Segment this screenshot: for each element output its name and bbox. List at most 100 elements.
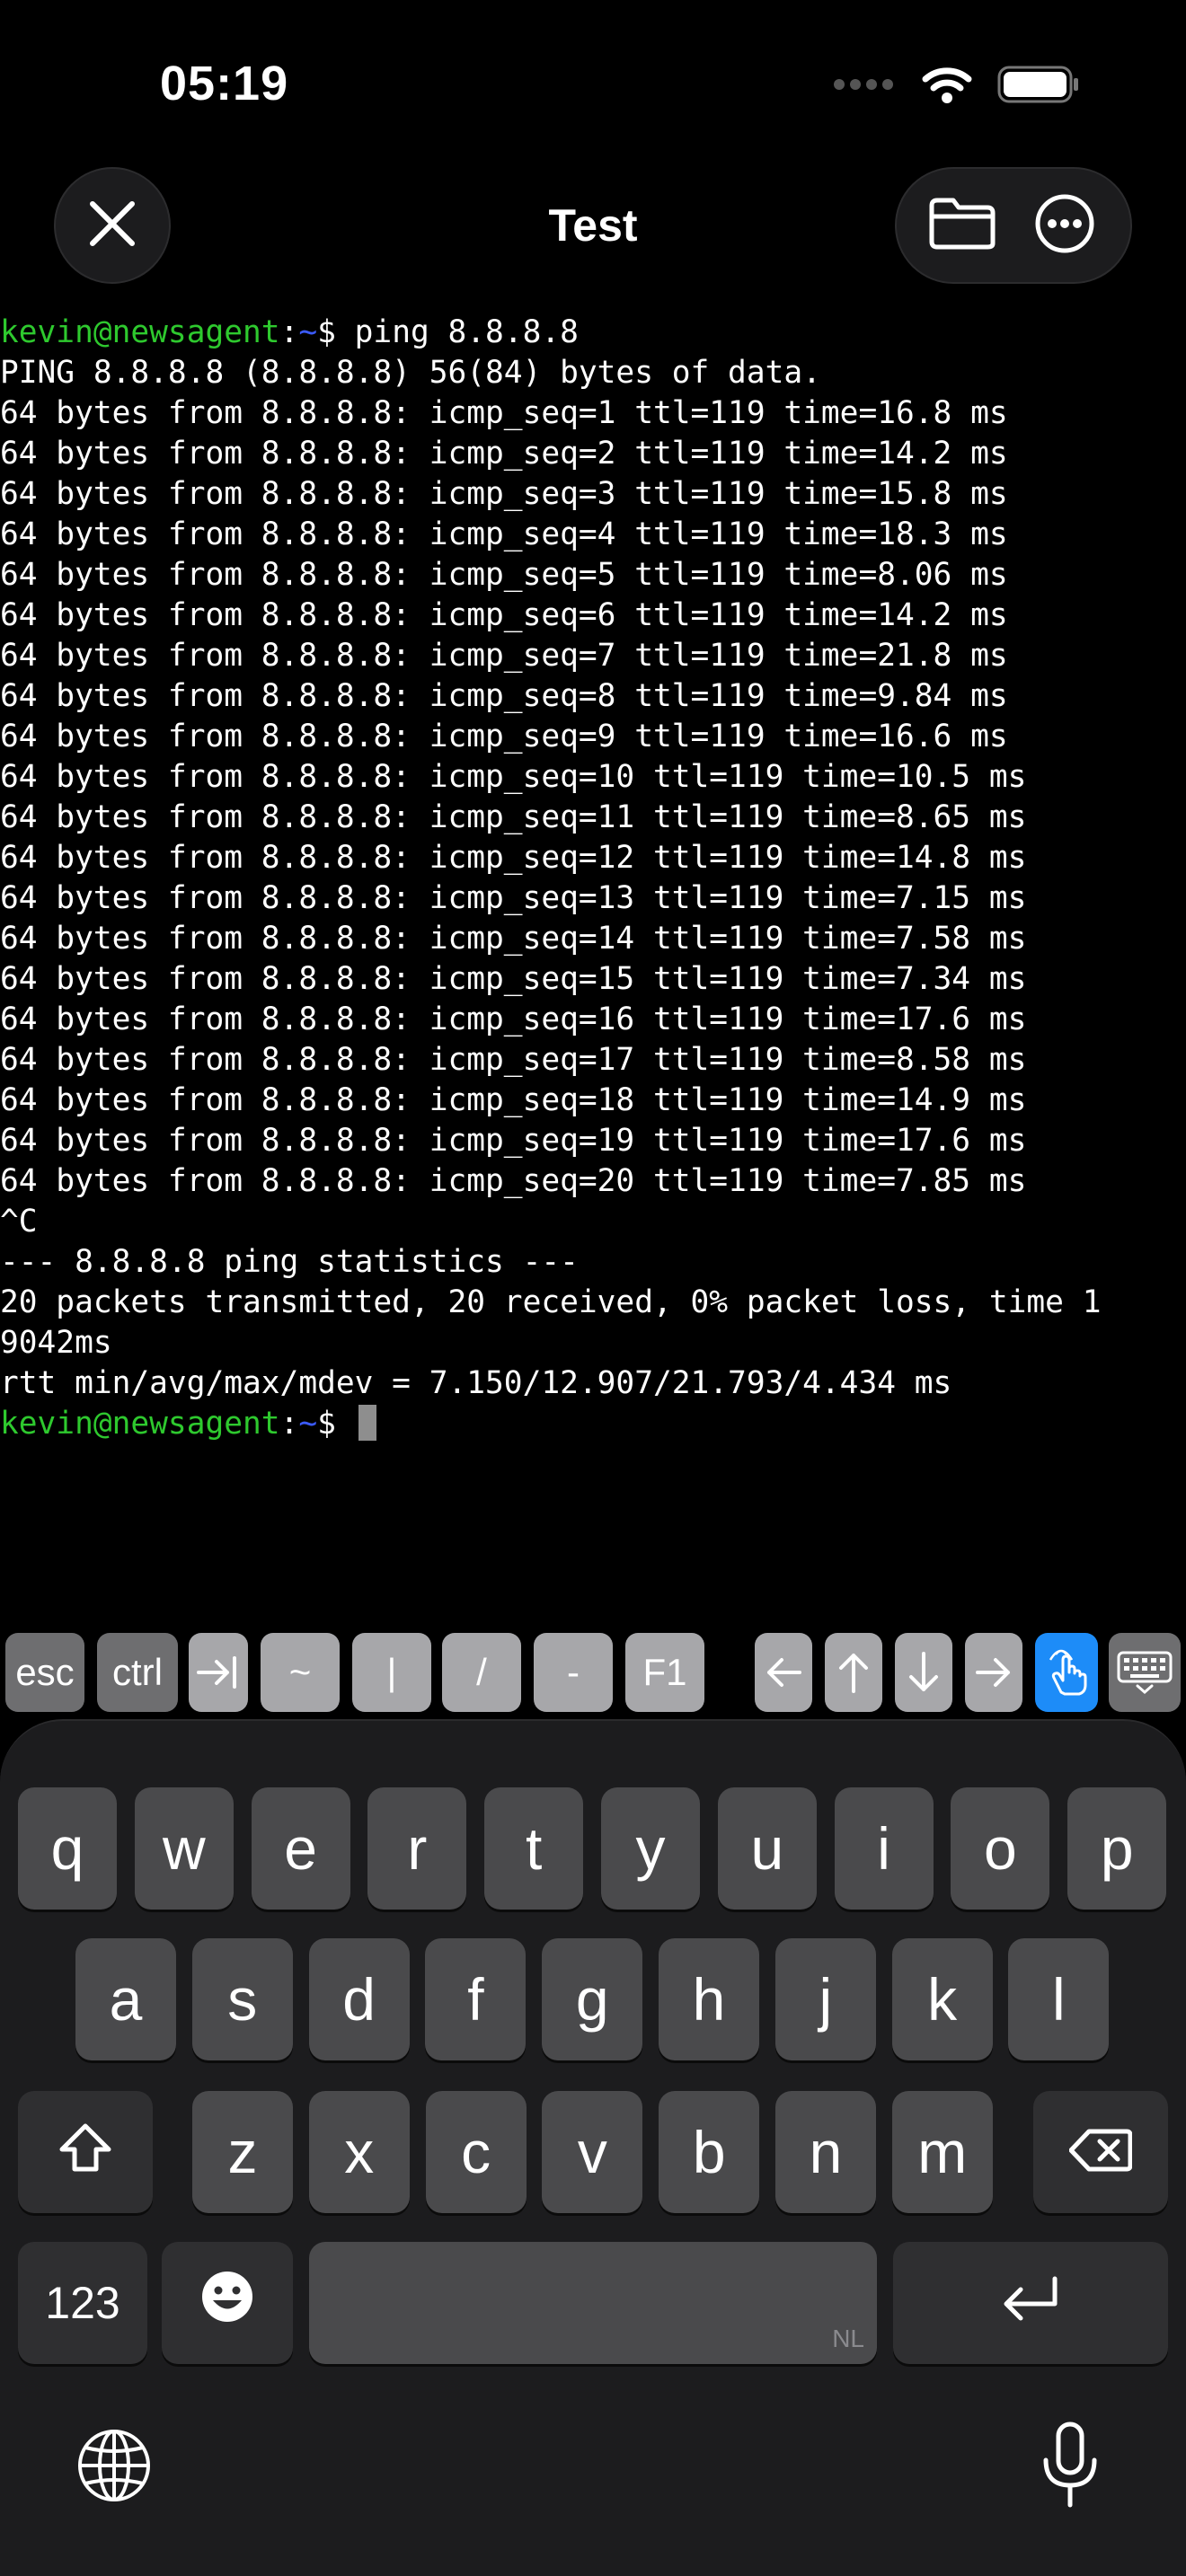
terminal-output-line: 64 bytes from 8.8.8.8: icmp_seq=20 ttl=1…	[0, 1163, 1027, 1199]
key-label: g	[575, 1966, 609, 2033]
terminal-output-line: 64 bytes from 8.8.8.8: icmp_seq=10 ttl=1…	[0, 759, 1027, 795]
key-label: k	[927, 1966, 958, 2033]
folder-button[interactable]	[917, 181, 1007, 270]
key-s[interactable]: s	[191, 1938, 293, 2060]
key-label: i	[877, 1815, 890, 1882]
pipe-key[interactable]: |	[352, 1633, 431, 1712]
key-o[interactable]: o	[951, 1787, 1050, 1910]
dash-key[interactable]: -	[534, 1633, 613, 1712]
key-label: q	[50, 1815, 84, 1882]
key-h[interactable]: h	[659, 1938, 759, 2060]
delete-icon	[1068, 2118, 1133, 2186]
terminal-output-line: 64 bytes from 8.8.8.8: icmp_seq=11 ttl=1…	[0, 799, 1027, 835]
status-icons	[832, 65, 1080, 108]
touch-mode-key[interactable]	[1035, 1633, 1098, 1712]
wifi-icon	[922, 65, 972, 109]
numbers-key[interactable]: 123	[18, 2242, 147, 2364]
nav-actions	[895, 167, 1132, 284]
terminal-output-line: --- 8.8.8.8 ping statistics ---	[0, 1244, 579, 1280]
key-label: w	[162, 1815, 206, 1882]
prompt-path: ~	[298, 314, 318, 350]
terminal-output-line: 64 bytes from 8.8.8.8: icmp_seq=8 ttl=11…	[0, 678, 1008, 714]
key-label: b	[692, 2119, 726, 2185]
key-label: a	[109, 1966, 143, 2033]
terminal-output-line: 64 bytes from 8.8.8.8: icmp_seq=17 ttl=1…	[0, 1042, 1027, 1078]
key-label: h	[692, 1966, 726, 2033]
key-k[interactable]: k	[891, 1938, 993, 2060]
slash-key[interactable]: /	[442, 1633, 521, 1712]
arrow-left-key[interactable]	[755, 1633, 812, 1712]
key-c[interactable]: c	[425, 2091, 527, 2213]
return-key[interactable]	[893, 2242, 1168, 2364]
key-a[interactable]: a	[75, 1938, 176, 2060]
shift-key[interactable]	[18, 2091, 153, 2213]
terminal-output-line: 64 bytes from 8.8.8.8: icmp_seq=9 ttl=11…	[0, 719, 1008, 754]
key-label: p	[1100, 1815, 1134, 1882]
status-time: 05:19	[160, 57, 289, 110]
terminal-prompt-line: kevin@newsagent:~$	[0, 1404, 1186, 1444]
f1-key[interactable]: F1	[625, 1633, 704, 1712]
keyboard-language-label: NL	[832, 2325, 864, 2352]
key-q[interactable]: q	[18, 1787, 117, 1910]
more-button[interactable]	[1020, 181, 1110, 270]
arrow-right-key[interactable]	[965, 1633, 1022, 1712]
software-keyboard: q w e r t y u i o p a s d f g h j k l z x c v b n m 123 NL	[0, 1719, 1186, 2576]
key-u[interactable]: u	[717, 1787, 817, 1910]
key-i[interactable]: i	[834, 1787, 934, 1910]
key-label: j	[819, 1966, 833, 2033]
dash-key-label: -	[567, 1651, 580, 1693]
arrow-down-key[interactable]	[895, 1633, 952, 1712]
key-label: u	[750, 1815, 784, 1882]
arrow-up-key[interactable]	[825, 1633, 882, 1712]
more-icon	[1034, 193, 1095, 259]
hide-keyboard-key[interactable]	[1109, 1633, 1181, 1712]
key-m[interactable]: m	[891, 2091, 993, 2213]
key-b[interactable]: b	[659, 2091, 760, 2213]
esc-key-label: esc	[15, 1651, 75, 1693]
globe-button[interactable]	[74, 2427, 155, 2508]
prompt-user: kevin@newsagent	[0, 314, 280, 350]
key-w[interactable]: w	[134, 1787, 234, 1910]
key-j[interactable]: j	[774, 1938, 876, 2060]
dictation-button[interactable]	[1031, 2418, 1109, 2517]
tab-arrow-icon	[197, 1654, 240, 1690]
ctrl-key[interactable]: ctrl	[97, 1633, 178, 1712]
tilde-key[interactable]: ~	[261, 1633, 340, 1712]
terminal-prompt-line: kevin@newsagent:~$ ping 8.8.8.8	[0, 313, 1186, 353]
key-z[interactable]: z	[192, 2091, 293, 2213]
terminal-output-line: ^C	[0, 1204, 38, 1239]
keyboard-icon	[1116, 1650, 1173, 1695]
shift-icon	[58, 2118, 112, 2186]
key-n[interactable]: n	[775, 2091, 876, 2213]
key-d[interactable]: d	[308, 1938, 410, 2060]
key-y[interactable]: y	[601, 1787, 700, 1910]
delete-key[interactable]	[1033, 2091, 1168, 2213]
key-r[interactable]: r	[367, 1787, 467, 1910]
emoji-key[interactable]	[162, 2242, 293, 2364]
hand-tap-icon	[1043, 1647, 1090, 1698]
terminal-output[interactable]: kevin@newsagent:~$ ping 8.8.8.8 PING 8.8.…	[0, 313, 1186, 1444]
tab-key[interactable]	[189, 1633, 248, 1712]
key-f[interactable]: f	[425, 1938, 527, 2060]
key-p[interactable]: p	[1067, 1787, 1167, 1910]
key-x[interactable]: x	[308, 2091, 410, 2213]
numbers-key-label: 123	[45, 2278, 120, 2328]
tilde-key-label: ~	[288, 1651, 312, 1693]
terminal-output-line: 9042ms	[0, 1325, 112, 1361]
battery-icon	[997, 64, 1080, 110]
arrow-left-icon	[764, 1653, 803, 1692]
key-v[interactable]: v	[542, 2091, 643, 2213]
folder-icon	[928, 197, 996, 255]
terminal-output-line: 20 packets transmitted, 20 received, 0% …	[0, 1284, 1102, 1320]
key-label: l	[1052, 1966, 1066, 2033]
esc-key[interactable]: esc	[5, 1633, 84, 1712]
prompt-path: ~	[298, 1406, 318, 1442]
arrow-up-icon	[834, 1650, 873, 1695]
terminal-output-line: 64 bytes from 8.8.8.8: icmp_seq=18 ttl=1…	[0, 1082, 1027, 1118]
key-t[interactable]: t	[484, 1787, 584, 1910]
key-g[interactable]: g	[542, 1938, 643, 2060]
key-e[interactable]: e	[251, 1787, 350, 1910]
key-label: n	[809, 2119, 843, 2185]
key-l[interactable]: l	[1008, 1938, 1110, 2060]
space-key[interactable]: NL	[309, 2242, 877, 2364]
